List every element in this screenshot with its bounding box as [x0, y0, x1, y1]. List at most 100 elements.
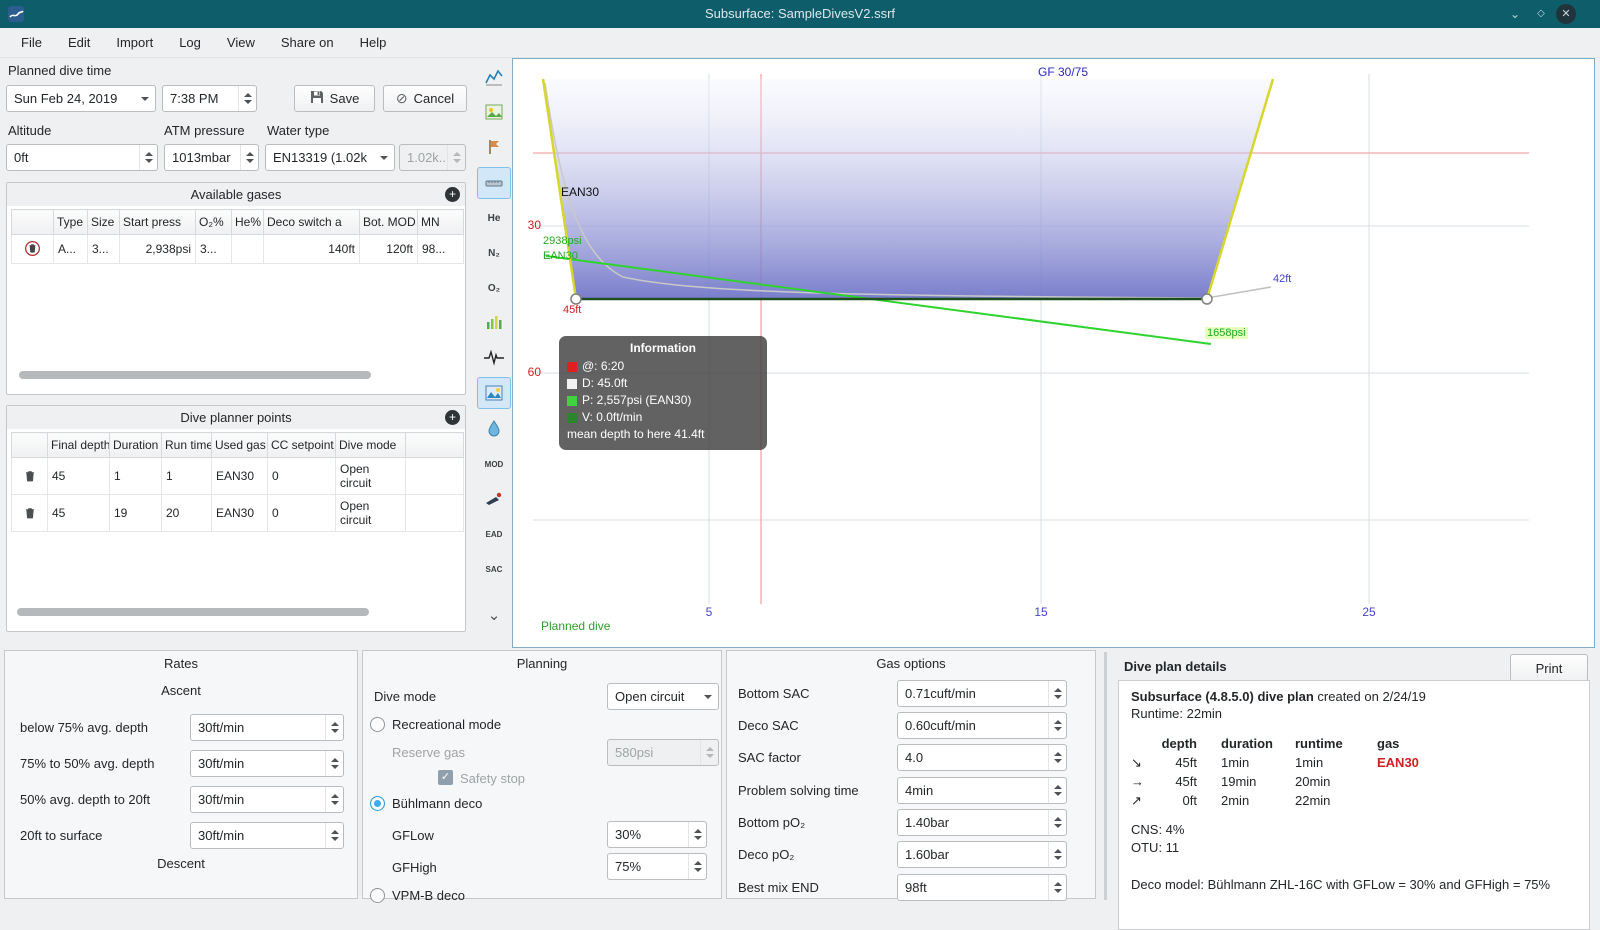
recreational-mode-label[interactable]: Recreational mode	[392, 717, 501, 732]
safety-stop-label[interactable]: Safety stop	[460, 771, 525, 786]
gas-col-size[interactable]: Size	[87, 209, 120, 235]
trash-icon[interactable]	[24, 239, 42, 257]
spinner-arrows-icon[interactable]	[325, 751, 343, 776]
gas-col-type[interactable]: Type	[53, 209, 88, 235]
point-cell-depth[interactable]: 45	[47, 494, 110, 532]
point-cell-runtime[interactable]: 20	[161, 494, 212, 532]
save-button[interactable]: Save	[294, 85, 375, 112]
menu-import[interactable]: Import	[103, 28, 166, 58]
buhlmann-deco-label[interactable]: Bühlmann deco	[392, 796, 482, 811]
scale-picture-icon[interactable]	[477, 377, 511, 409]
safety-stop-checkbox[interactable]	[438, 770, 453, 785]
recreational-mode-radio[interactable]	[370, 717, 385, 732]
o2-graph-icon[interactable]: O₂	[477, 272, 511, 304]
ruler-icon[interactable]	[477, 167, 511, 199]
deco-sac-field[interactable]: 0.60cuft/min	[897, 712, 1067, 739]
point-col-depth[interactable]: Final depth	[47, 432, 110, 458]
menu-view[interactable]: View	[214, 28, 268, 58]
minimize-icon[interactable]	[1505, 4, 1525, 24]
add-gas-button[interactable]	[445, 187, 460, 202]
point-cell-gas[interactable]: EAN30	[211, 457, 268, 495]
point-cell-setpoint[interactable]: 0	[267, 494, 336, 532]
gas-cell-he[interactable]	[231, 234, 264, 264]
gfhigh-field[interactable]: 75%	[607, 853, 707, 880]
gas-row[interactable]: A... 3... 2,938psi 3... 140ft 120ft 98..…	[11, 234, 464, 264]
ndl-tts-icon[interactable]	[477, 483, 511, 515]
point-cell-duration[interactable]: 1	[109, 457, 162, 495]
point-cell-gas[interactable]: EAN30	[211, 494, 268, 532]
maximize-icon[interactable]	[1531, 4, 1551, 24]
date-picker[interactable]: Sun Feb 24, 2019	[6, 85, 156, 112]
rate-field-4[interactable]: 30ft/min	[190, 822, 344, 849]
point-col-gas[interactable]: Used gas	[211, 432, 268, 458]
gas-cell-type[interactable]: A...	[53, 234, 88, 264]
print-button[interactable]: Print	[1510, 654, 1588, 682]
n2-graph-icon[interactable]: N₂	[477, 237, 511, 269]
water-type-select[interactable]: EN13319 (1.02k	[265, 144, 395, 171]
trash-icon[interactable]	[21, 467, 39, 485]
rate-field-2[interactable]: 30ft/min	[190, 750, 344, 777]
gas-cell-bot-mod[interactable]: 120ft	[359, 234, 418, 264]
gas-cell-mnd[interactable]: 98...	[417, 234, 464, 264]
spinner-arrows-icon[interactable]	[240, 145, 258, 170]
atm-pressure-field[interactable]: 1013mbar	[164, 144, 259, 171]
spinner-arrows-icon[interactable]	[139, 145, 157, 170]
tissue-graph-icon[interactable]	[477, 306, 511, 338]
spinner-arrows-icon[interactable]	[1048, 778, 1066, 803]
spinner-arrows-icon[interactable]	[1048, 842, 1066, 867]
dive-profile-chart[interactable]: GF 30/75 30 60 5 15 25 EAN30 2938psi EAN…	[512, 58, 1595, 648]
menu-log[interactable]: Log	[166, 28, 214, 58]
point-col-runtime[interactable]: Run time	[161, 432, 212, 458]
gas-cell-o2[interactable]: 3...	[195, 234, 232, 264]
point-col-mode[interactable]: Dive mode	[335, 432, 406, 458]
gas-col-o2[interactable]: O₂%	[195, 209, 232, 235]
partial-pressure-graph-icon[interactable]	[477, 61, 511, 93]
menu-share-on[interactable]: Share on	[268, 28, 347, 58]
horizontal-scrollbar[interactable]	[19, 371, 371, 379]
gas-cell-deco-switch[interactable]: 140ft	[263, 234, 360, 264]
rate-field-1[interactable]: 30ft/min	[190, 714, 344, 741]
waypoint-handle[interactable]	[570, 293, 582, 305]
point-cell-runtime[interactable]: 1	[161, 457, 212, 495]
titlebar[interactable]: Subsurface: SampleDivesV2.ssrf	[0, 0, 1600, 28]
gas-col-deco-switch[interactable]: Deco switch a	[263, 209, 360, 235]
spinner-arrows-icon[interactable]	[1048, 810, 1066, 835]
show-pictures-icon[interactable]	[477, 96, 511, 128]
vpmb-deco-radio[interactable]	[370, 888, 385, 903]
sac-factor-field[interactable]: 4.0	[897, 744, 1067, 771]
point-col-setpoint[interactable]: CC setpoint	[267, 432, 336, 458]
dive-mode-select[interactable]: Open circuit	[607, 683, 719, 710]
spinner-arrows-icon[interactable]	[1048, 875, 1066, 900]
gas-col-start-press[interactable]: Start press	[119, 209, 196, 235]
heart-rate-icon[interactable]	[477, 341, 511, 373]
spinner-arrows-icon[interactable]	[238, 86, 256, 111]
ead-icon[interactable]: EAD	[477, 518, 511, 550]
point-cell-mode[interactable]: Open circuit	[335, 457, 406, 495]
time-field[interactable]: 7:38 PM	[162, 85, 257, 112]
best-mix-end-field[interactable]: 98ft	[897, 874, 1067, 901]
salinity-icon[interactable]	[477, 412, 511, 444]
mod-icon[interactable]: MOD	[477, 448, 511, 480]
cancel-button[interactable]: Cancel	[383, 85, 467, 112]
menu-help[interactable]: Help	[347, 28, 400, 58]
menu-file[interactable]: File	[8, 28, 55, 58]
trash-icon[interactable]	[21, 504, 39, 522]
sac-icon[interactable]: SAC	[477, 553, 511, 585]
he-graph-icon[interactable]: He	[477, 202, 511, 234]
menu-edit[interactable]: Edit	[55, 28, 103, 58]
buhlmann-deco-radio[interactable]	[370, 796, 385, 811]
gas-cell-size[interactable]: 3...	[87, 234, 120, 264]
gas-col-delete[interactable]	[11, 209, 54, 235]
point-cell-duration[interactable]: 19	[109, 494, 162, 532]
spinner-arrows-icon[interactable]	[688, 854, 706, 879]
spinner-arrows-icon[interactable]	[1048, 681, 1066, 706]
bottom-po2-field[interactable]: 1.40bar	[897, 809, 1067, 836]
rate-field-3[interactable]: 30ft/min	[190, 786, 344, 813]
point-row[interactable]: 45 1 1 EAN30 0 Open circuit	[11, 457, 464, 495]
point-cell-setpoint[interactable]: 0	[267, 457, 336, 495]
spinner-arrows-icon[interactable]	[688, 822, 706, 847]
altitude-field[interactable]: 0ft	[6, 144, 158, 171]
point-cell-depth[interactable]: 45	[47, 457, 110, 495]
point-row[interactable]: 45 19 20 EAN30 0 Open circuit	[11, 494, 464, 532]
point-col-delete[interactable]	[11, 432, 48, 458]
